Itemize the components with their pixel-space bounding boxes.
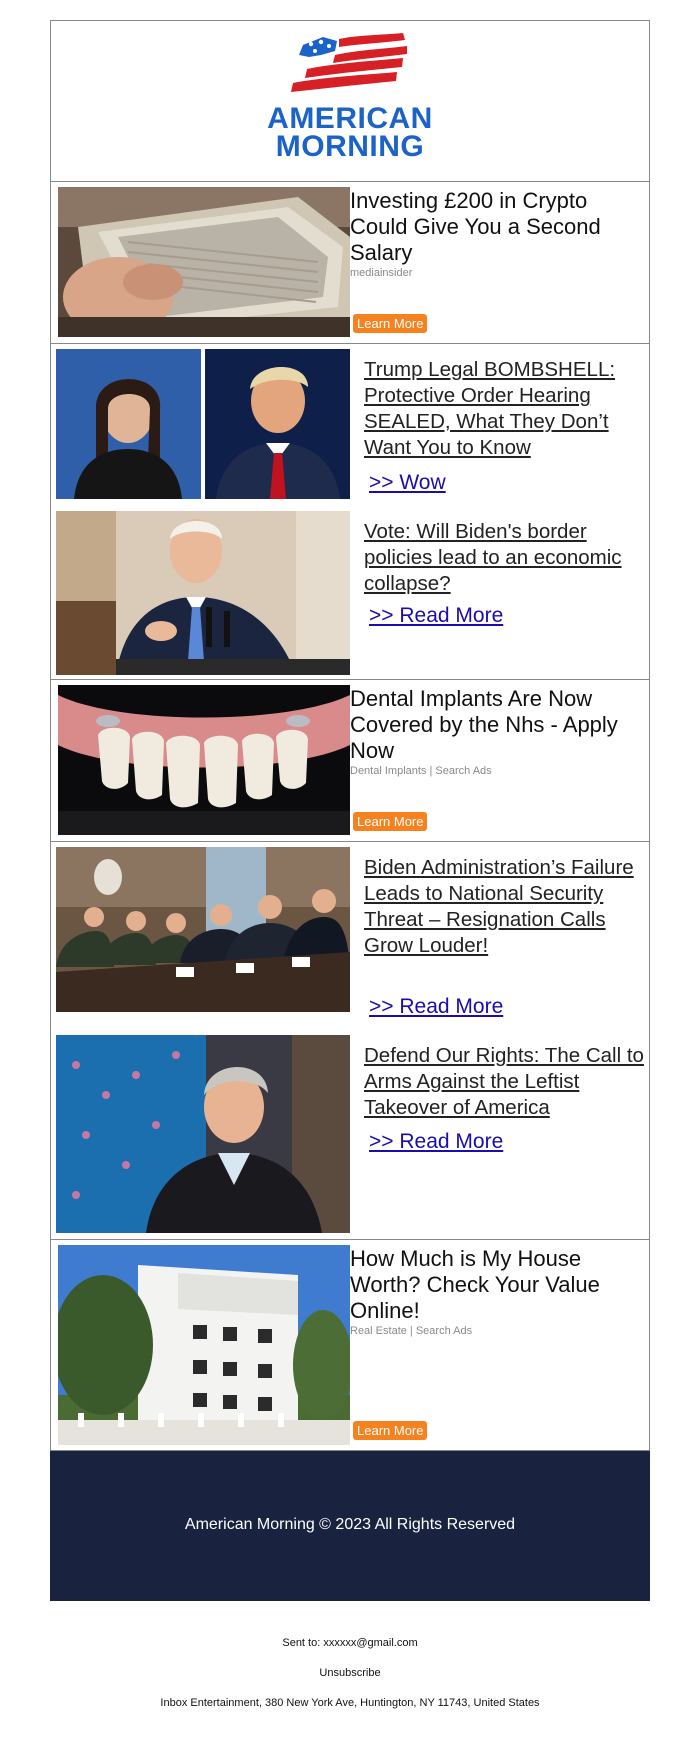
story-biden-border[interactable]: Vote: Will Biden's border policies lead … bbox=[56, 511, 646, 676]
story-link[interactable]: >> Read More bbox=[369, 995, 503, 1019]
judge-and-trump-photo[interactable] bbox=[56, 349, 350, 499]
brand-logo[interactable]: AMERICAN MORNING bbox=[51, 31, 649, 163]
banknotes-photo[interactable] bbox=[58, 187, 350, 337]
unsubscribe-link[interactable]: Unsubscribe bbox=[0, 1667, 700, 1679]
ad-title[interactable]: Dental Implants Are Now Covered by the N… bbox=[350, 686, 635, 764]
ad-source: Real Estate | Search Ads bbox=[350, 1325, 473, 1337]
ad-source: Dental Implants | Search Ads bbox=[350, 765, 492, 777]
sponsored-ad-crypto[interactable]: Investing £200 in Crypto Could Give You … bbox=[50, 182, 650, 344]
footer-banner: American Morning © 2023 All Rights Reser… bbox=[50, 1451, 650, 1601]
sponsored-ad-dental[interactable]: Dental Implants Are Now Covered by the N… bbox=[50, 680, 650, 842]
dental-implants-photo[interactable] bbox=[58, 685, 350, 835]
story-headline[interactable]: Trump Legal BOMBSHELL: Protective Order … bbox=[364, 357, 644, 461]
brand-name-line1: AMERICAN bbox=[267, 102, 433, 135]
brand-name-line2: MORNING bbox=[275, 130, 425, 163]
flag-logo-icon bbox=[291, 33, 407, 92]
ad-title[interactable]: How Much is My House Worth? Check Your V… bbox=[350, 1246, 635, 1324]
ad-title[interactable]: Investing £200 in Crypto Could Give You … bbox=[350, 188, 635, 266]
stories-section-2: Biden Administration’s Failure Leads to … bbox=[50, 842, 650, 1240]
learn-more-button[interactable]: Learn More bbox=[353, 1421, 428, 1440]
story-defend-rights[interactable]: Defend Our Rights: The Call to Arms Agai… bbox=[56, 1035, 646, 1233]
story-headline[interactable]: Vote: Will Biden's border policies lead … bbox=[364, 519, 644, 597]
newsletter: AMERICAN MORNING Investing £200 in Crypt… bbox=[50, 20, 650, 1601]
story-headline[interactable]: Biden Administration’s Failure Leads to … bbox=[364, 855, 644, 959]
story-national-security[interactable]: Biden Administration’s Failure Leads to … bbox=[56, 847, 646, 1018]
learn-more-button[interactable]: Learn More bbox=[353, 314, 428, 333]
biden-podium-photo[interactable] bbox=[56, 511, 350, 675]
cabinet-meeting-photo[interactable] bbox=[56, 847, 350, 1012]
story-headline[interactable]: Defend Our Rights: The Call to Arms Agai… bbox=[364, 1043, 644, 1121]
newsletter-header: AMERICAN MORNING bbox=[50, 20, 650, 182]
story-link[interactable]: >> Read More bbox=[369, 604, 503, 628]
learn-more-button[interactable]: Learn More bbox=[353, 812, 428, 831]
ad-source: mediainsider bbox=[350, 267, 413, 279]
story-link[interactable]: >> Wow bbox=[369, 471, 446, 495]
sponsored-ad-house[interactable]: How Much is My House Worth? Check Your V… bbox=[50, 1240, 650, 1451]
mailing-address: Inbox Entertainment, 380 New York Ave, H… bbox=[160, 1697, 540, 1709]
stories-section-1: Trump Legal BOMBSHELL: Protective Order … bbox=[50, 344, 650, 680]
house-photo[interactable] bbox=[58, 1245, 350, 1445]
story-trump-legal[interactable]: Trump Legal BOMBSHELL: Protective Order … bbox=[56, 349, 646, 499]
copyright-text: American Morning © 2023 All Rights Reser… bbox=[184, 1516, 516, 1533]
brand-name: AMERICAN MORNING bbox=[51, 102, 649, 163]
story-link[interactable]: >> Read More bbox=[369, 1130, 503, 1154]
sent-to-text: Sent to: xxxxxx@gmail.com bbox=[282, 1637, 418, 1649]
tv-host-photo[interactable] bbox=[56, 1035, 350, 1233]
